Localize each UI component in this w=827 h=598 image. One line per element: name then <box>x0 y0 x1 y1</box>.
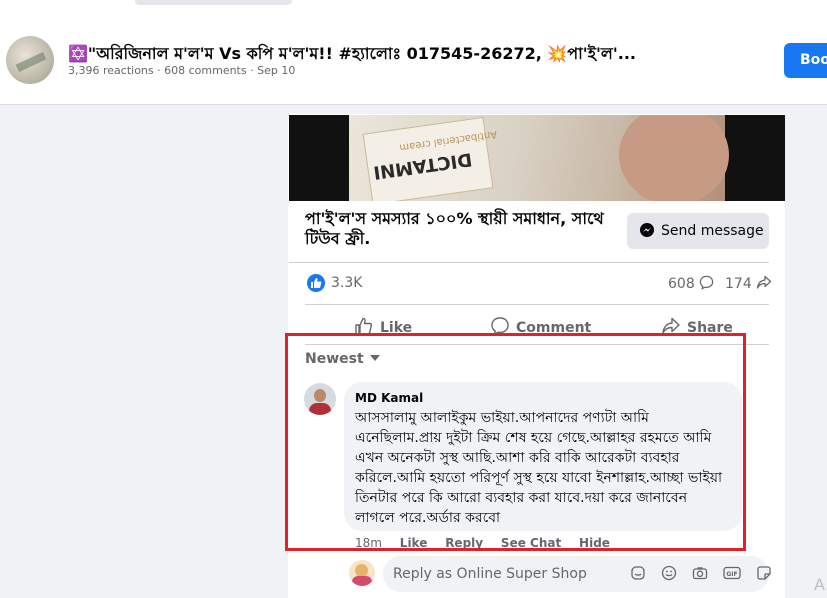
ad-headline: পা'ই'ল'স সমস্যার ১০০% স্থায়ী সমাধান, সা… <box>305 209 604 248</box>
comment-count-value: 608 <box>668 276 695 292</box>
ad-media[interactable]: Antibacterial cream DICTAMNI <box>289 115 785 201</box>
see-chat-link[interactable]: See Chat <box>501 536 561 550</box>
comment-reply-link[interactable]: Reply <box>445 536 483 550</box>
sticker-icon[interactable] <box>756 565 772 585</box>
share-label: Share <box>687 320 733 336</box>
top-strip <box>0 0 827 18</box>
sort-label: Newest <box>305 351 364 367</box>
share-button[interactable]: Share <box>661 316 733 336</box>
camera-icon[interactable] <box>692 565 708 585</box>
avatar-face <box>314 389 326 402</box>
divider <box>289 262 769 263</box>
share-count-value: 174 <box>725 276 752 292</box>
like-button[interactable]: Like <box>354 316 412 336</box>
page-avatar[interactable] <box>6 36 54 84</box>
top-pill <box>135 0 292 5</box>
comment-count-icon <box>699 275 714 290</box>
comment-label: Comment <box>516 320 592 336</box>
svg-text:GIF: GIF <box>727 571 738 578</box>
send-message-button[interactable]: Send message <box>627 213 769 249</box>
commenter-avatar[interactable] <box>304 383 336 415</box>
emoji-icon[interactable] <box>661 565 677 585</box>
comment-bubble: MD Kamal আসসালামু আলাইকুম ভাইয়া.আপনাদের… <box>344 382 742 531</box>
send-message-label: Send message <box>661 223 764 239</box>
comment-time[interactable]: 18m <box>355 536 382 550</box>
divider <box>305 344 769 345</box>
comment-icon <box>491 317 509 336</box>
avatar-body <box>352 576 372 586</box>
reply-placeholder: Reply as Online Super Shop <box>393 566 587 582</box>
messenger-icon <box>640 223 654 237</box>
book-button[interactable]: Boo <box>784 43 827 78</box>
like-label: Like <box>380 320 413 336</box>
share-count[interactable]: 174 <box>725 275 772 292</box>
caret-down-icon <box>369 355 380 361</box>
reply-toolbar: GIF <box>630 565 782 585</box>
comment-text: আসসালামু আলাইকুম ভাইয়া.আপনাদের পণ্যটা আ… <box>355 410 723 526</box>
comment-like-link[interactable]: Like <box>400 536 428 550</box>
page-reply-avatar <box>349 560 375 586</box>
comment-actions: 18m Like Reply See Chat Hide <box>355 536 624 550</box>
like-reaction-icon[interactable] <box>307 274 325 292</box>
sort-dropdown[interactable]: Newest <box>305 351 380 367</box>
post-meta: 3,396 reactions · 608 comments · Sep 10 <box>68 64 296 77</box>
avatar-shirt <box>309 403 331 415</box>
comment-button[interactable]: Comment <box>490 316 591 336</box>
hand-image <box>619 115 729 201</box>
post-title-text: "অরিজিনাল ম'ল'ম Vs কপি ম'ল'ম!! #হ্যালোঃ … <box>87 44 636 63</box>
star-of-david-icon: ✡️ <box>68 44 88 63</box>
reaction-count[interactable]: 3.3K <box>331 275 362 291</box>
avatar-sticker-icon[interactable] <box>630 565 646 585</box>
comment-count[interactable]: 608 <box>668 275 714 292</box>
divider <box>305 304 769 305</box>
gif-icon[interactable]: GIF <box>723 565 741 585</box>
like-icon <box>355 317 373 335</box>
hide-link[interactable]: Hide <box>579 536 610 550</box>
comment-author[interactable]: MD Kamal <box>355 391 730 405</box>
share-count-icon <box>757 275 772 289</box>
share-icon <box>662 317 680 334</box>
corner-letter: A <box>814 575 825 594</box>
